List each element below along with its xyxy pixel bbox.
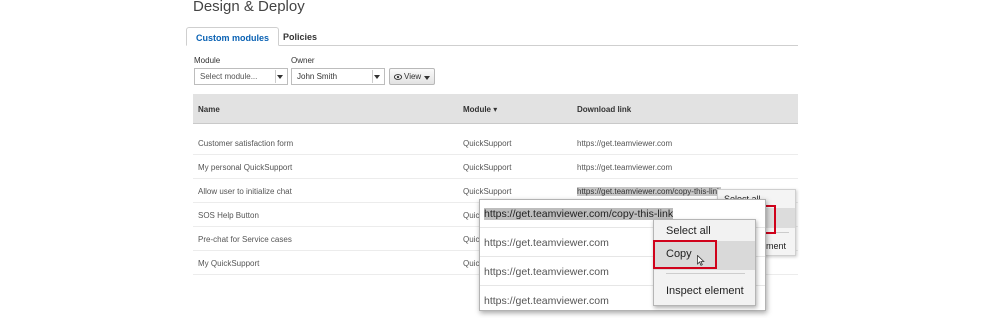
context-menu-select-all[interactable]: Select all [666,225,711,237]
module-label: Module [194,56,221,65]
select-divider [372,70,373,83]
column-header-download-link[interactable]: Download link [577,105,631,114]
chevron-down-icon [277,75,283,79]
table-row[interactable]: My personal QuickSupport QuickSupport ht… [193,155,798,179]
column-header-name[interactable]: Name [198,105,220,114]
eye-icon [394,74,402,80]
page-title: Design & Deploy [193,0,305,15]
row-module: Quic [463,235,480,244]
zoom-link[interactable]: https://get.teamviewer.com [484,295,609,307]
owner-select[interactable]: John Smith [291,68,385,85]
row-name: Customer satisfaction form [198,139,294,148]
row-module: QuickSupport [463,163,512,172]
chevron-down-icon [374,75,380,79]
module-select-value: Select module... [200,72,258,81]
select-divider [275,70,276,83]
chevron-down-icon [424,76,430,80]
tab-custom-modules[interactable]: Custom modules [186,27,280,46]
column-header-module[interactable]: Module ▾ [463,105,497,114]
row-download-link[interactable]: https://get.teamviewer.com [577,139,672,148]
context-menu-inspect-element[interactable]: Inspect element [666,285,744,297]
row-name: SOS Help Button [198,211,259,220]
context-menu-separator [666,273,745,274]
row-module: QuickSupport [463,139,512,148]
module-select[interactable]: Select module... [194,68,288,85]
copy-highlight-frame [653,240,717,269]
view-button[interactable]: View [389,68,435,85]
table-header: Name Module ▾ Download link [193,94,798,124]
row-module: Quic [463,211,480,220]
zoom-link[interactable]: https://get.teamviewer.com [484,237,609,249]
owner-label: Owner [291,56,315,65]
table-row[interactable]: Customer satisfaction form QuickSupport … [193,131,798,155]
zoom-link-selected[interactable]: https://get.teamviewer.com/copy-this-lin… [484,208,674,220]
view-button-label: View [404,72,422,81]
owner-select-value: John Smith [297,72,338,81]
tab-bar: Custom modules Policies [186,27,798,46]
row-download-link-selected[interactable]: https://get.teamviewer.com/copy-this-lin… [577,187,722,196]
row-name: My QuickSupport [198,259,260,268]
row-module: Quic [463,259,480,268]
tab-policies[interactable]: Policies [274,27,326,46]
zoom-link[interactable]: https://get.teamviewer.com [484,266,609,278]
row-module: QuickSupport [463,187,512,196]
row-download-link[interactable]: https://get.teamviewer.com [577,163,672,172]
mouse-pointer-icon [697,255,705,266]
row-name: Pre-chat for Service cases [198,235,292,244]
row-name: Allow user to initialize chat [198,187,292,196]
row-name: My personal QuickSupport [198,163,293,172]
